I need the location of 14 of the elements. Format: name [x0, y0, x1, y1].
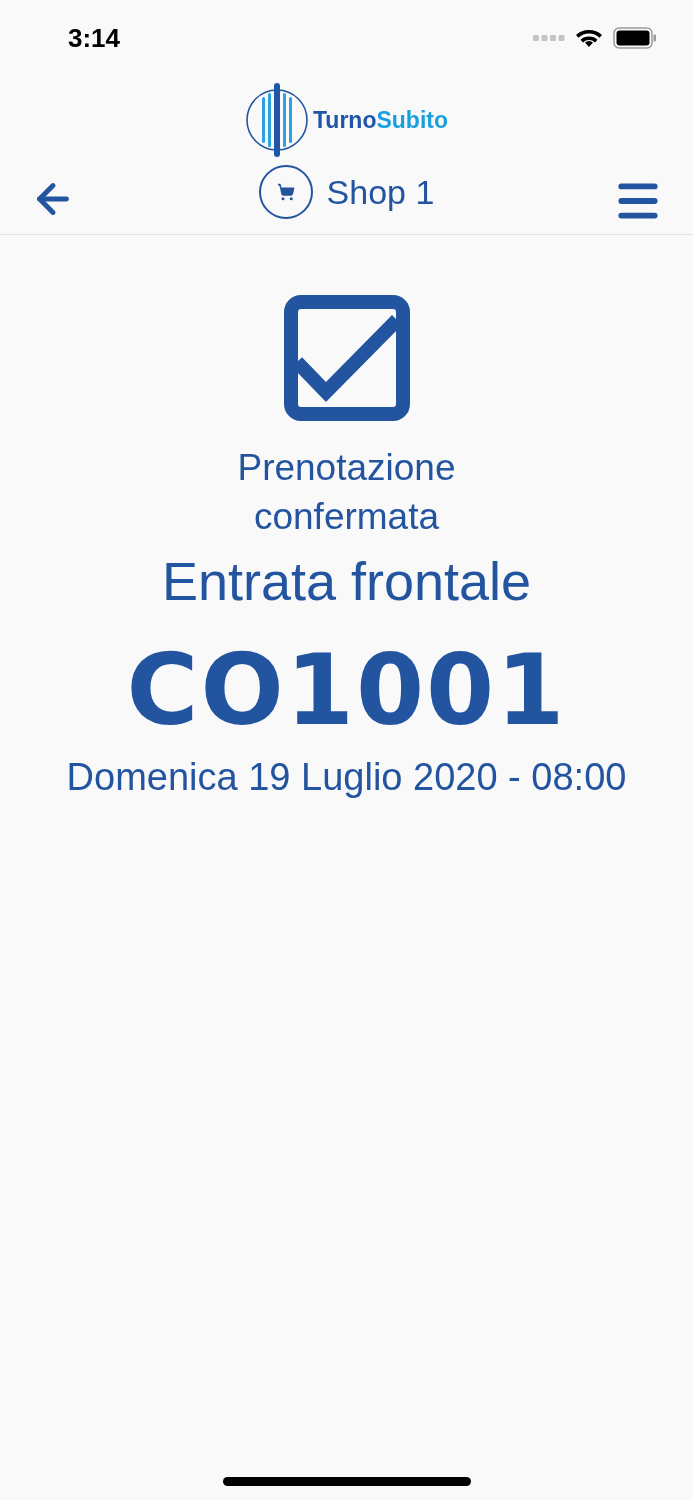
signal-icon: [533, 34, 565, 42]
logo-icon: [245, 83, 309, 157]
status-time: 3:14: [68, 21, 121, 55]
checkbox-checked-icon: [283, 295, 410, 421]
booking-datetime: Domenica 19 Luglio 2020 - 08:00: [66, 755, 627, 800]
cart-icon: [258, 165, 313, 219]
battery-icon: [613, 27, 657, 49]
wifi-icon: [575, 27, 603, 49]
logo-text: Turno: [313, 105, 377, 135]
entrance-text: Entrata frontale: [161, 550, 532, 613]
shop-name: Shop 1: [326, 171, 435, 213]
booking-code: CO1001: [126, 635, 567, 745]
logo-text: Subito: [376, 105, 448, 135]
status-text: Prenotazione confermata: [236, 446, 457, 539]
